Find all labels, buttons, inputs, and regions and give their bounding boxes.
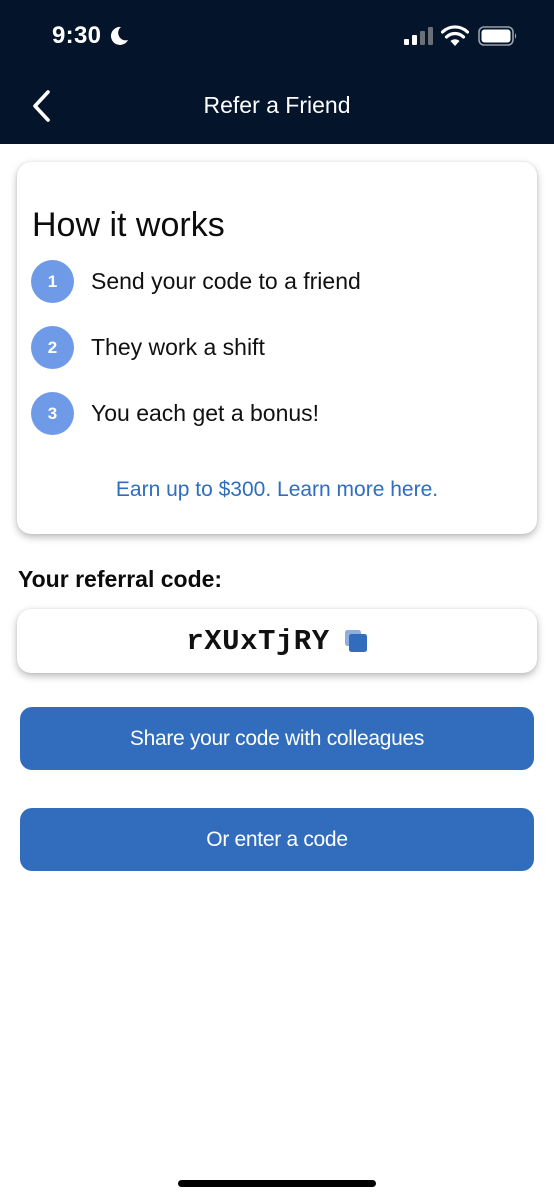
page-title: Refer a Friend bbox=[203, 92, 351, 118]
wifi-icon bbox=[441, 25, 469, 46]
step-number-badge: 1 bbox=[31, 260, 74, 303]
step-number-badge: 2 bbox=[31, 326, 74, 369]
how-it-works-title: How it works bbox=[32, 206, 225, 244]
learn-more-link[interactable]: Earn up to $300. Learn more here. bbox=[17, 478, 537, 502]
step-text: They work a shift bbox=[91, 334, 265, 360]
status-bar: 9:30 bbox=[0, 0, 554, 70]
referral-code-label: Your referral code: bbox=[18, 566, 223, 592]
referral-code: rXUxTjRY bbox=[186, 624, 330, 658]
step-item: 1 Send your code to a friend bbox=[31, 260, 511, 304]
moon-icon bbox=[110, 26, 128, 45]
step-text: You each get a bonus! bbox=[91, 400, 320, 426]
battery-icon bbox=[478, 26, 517, 46]
step-item: 3 You each get a bonus! bbox=[31, 392, 511, 436]
cellular-signal-icon bbox=[404, 27, 433, 45]
step-number-badge: 3 bbox=[31, 392, 74, 435]
status-time: 9:30 bbox=[52, 22, 102, 49]
home-indicator bbox=[178, 1180, 376, 1187]
share-code-button[interactable]: Share your code with colleagues bbox=[20, 707, 534, 770]
copy-icon[interactable] bbox=[344, 629, 368, 653]
step-item: 2 They work a shift bbox=[31, 326, 511, 370]
how-it-works-card: How it works 1 Send your code to a frien… bbox=[17, 162, 537, 534]
step-text: Send your code to a friend bbox=[91, 268, 361, 294]
referral-code-box: rXUxTjRY bbox=[17, 609, 537, 673]
enter-code-button[interactable]: Or enter a code bbox=[20, 808, 534, 871]
nav-bar: Refer a Friend bbox=[0, 70, 554, 144]
